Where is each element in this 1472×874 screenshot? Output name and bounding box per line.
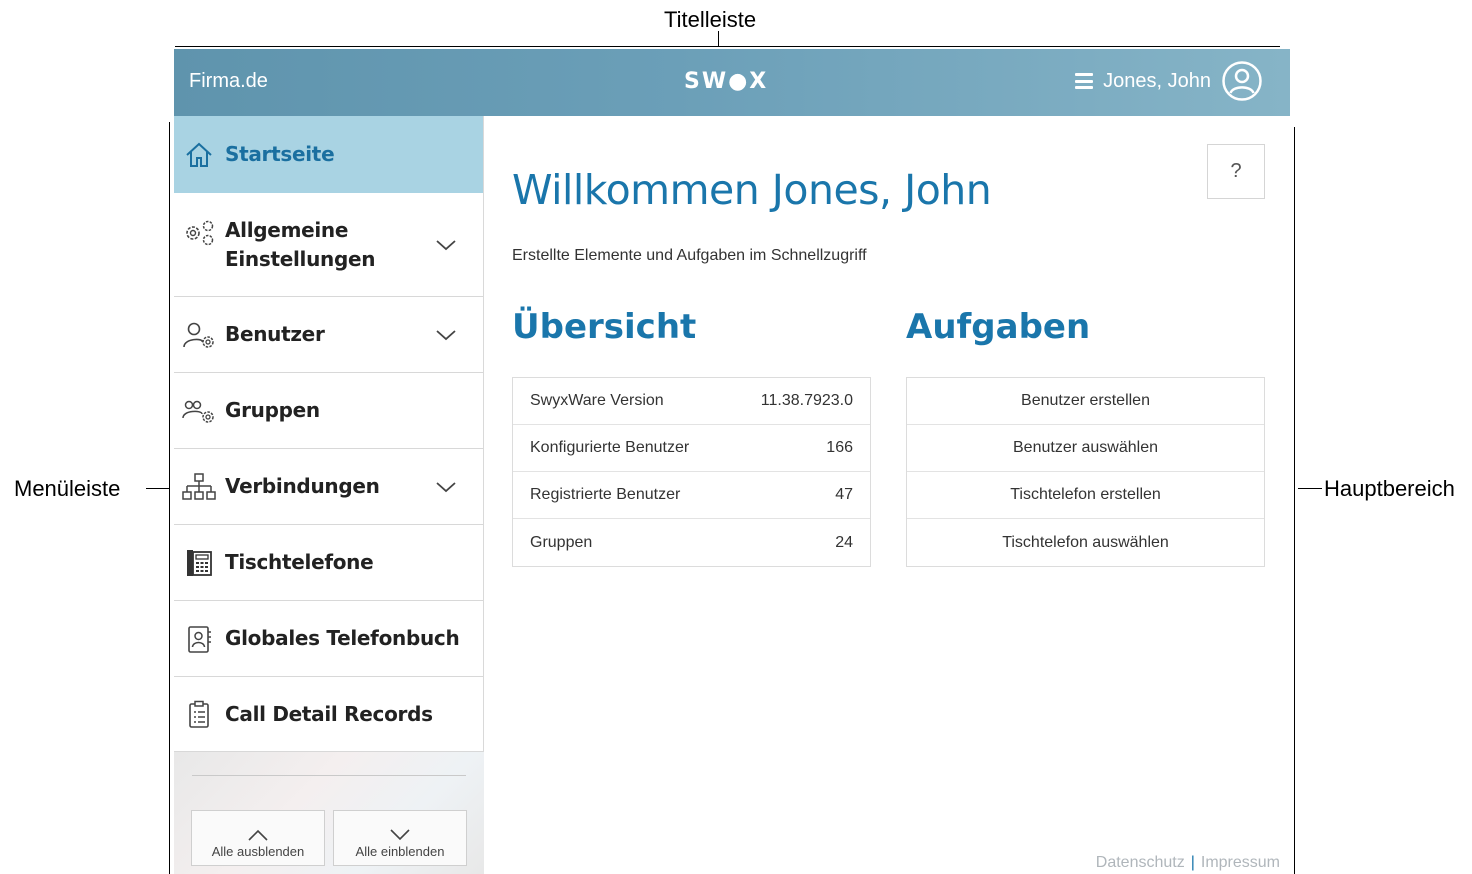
chevron-up-icon <box>248 829 268 841</box>
annotation-title-bar: Titelleiste <box>664 7 757 32</box>
annotation-line-top-horizontal <box>175 46 1280 47</box>
sidebar-item-users[interactable]: Benutzer <box>174 297 483 373</box>
domain-label: Firma.de <box>189 70 268 92</box>
annotation-line-right-vertical <box>1294 127 1295 874</box>
phonebook-icon <box>182 622 216 656</box>
task-create-desk-phone[interactable]: Tischtelefon erstellen <box>907 472 1264 519</box>
overview-title: Übersicht <box>512 307 697 347</box>
sidebar-item-label: Verbindungen <box>225 474 380 498</box>
sidebar-footer: Alle ausblenden Alle einblenden <box>174 752 484 874</box>
overview-row: SwyxWare Version 11.38.7923.0 <box>513 378 870 425</box>
sidebar-item-global-phonebook[interactable]: Globales Telefonbuch <box>174 601 483 677</box>
imprint-link[interactable]: Impressum <box>1201 854 1280 871</box>
sidebar-item-general-settings[interactable]: Allgemeine Einstellungen <box>174 193 483 297</box>
annotation-line-right-horizontal <box>1298 488 1322 489</box>
overview-row: Gruppen 24 <box>513 519 870 566</box>
sidebar-item-home[interactable]: Startseite <box>174 116 483 193</box>
home-icon <box>182 138 216 172</box>
annotation-menu-bar: Menüleiste <box>14 476 121 501</box>
footer-separator: | <box>1190 854 1195 871</box>
overview-row-label: Registrierte Benutzer <box>530 486 681 503</box>
overview-row-label: Gruppen <box>530 533 593 551</box>
help-button[interactable]: ? <box>1207 144 1265 199</box>
overview-row-label: Konfigurierte Benutzer <box>530 439 690 456</box>
page-title: Willkommen Jones, John <box>512 166 992 214</box>
group-settings-icon <box>182 394 216 428</box>
expand-all-label: Alle einblenden <box>355 844 445 859</box>
sidebar-item-connections[interactable]: Verbindungen <box>174 449 483 525</box>
sidebar-item-label: Gruppen <box>225 398 320 422</box>
sidebar-item-label-line1: Allgemeine <box>225 217 349 242</box>
sidebar-item-groups[interactable]: Gruppen <box>174 373 483 449</box>
task-select-user[interactable]: Benutzer auswählen <box>907 425 1264 472</box>
chevron-down-icon[interactable] <box>435 478 457 496</box>
sidebar-item-label: Benutzer <box>225 322 325 346</box>
swyx-logo-text: SW●X <box>684 69 768 94</box>
overview-row-value: 166 <box>826 439 853 456</box>
chevron-down-icon[interactable] <box>435 236 457 254</box>
sidebar-item-label-line2: Einstellungen <box>225 246 376 271</box>
annotation-line-top-vertical <box>718 31 719 46</box>
footer-links: Datenschutz | Impressum <box>1096 854 1280 872</box>
tasks-panel: Benutzer erstellen Benutzer auswählen Ti… <box>906 377 1265 567</box>
annotation-main-area: Hauptbereich <box>1324 476 1455 501</box>
privacy-link[interactable]: Datenschutz <box>1096 854 1185 871</box>
hamburger-icon[interactable] <box>1075 73 1094 89</box>
swyx-logo-icon: SW●X <box>684 69 768 94</box>
overview-row-value: 47 <box>835 486 853 503</box>
overview-row: Registrierte Benutzer 47 <box>513 472 870 519</box>
chevron-down-icon[interactable] <box>435 326 457 344</box>
task-create-user[interactable]: Benutzer erstellen <box>907 378 1264 425</box>
user-circle-icon[interactable] <box>1221 60 1263 102</box>
title-bar: Firma.de SW●X Jones, John <box>174 49 1290 116</box>
network-icon <box>182 470 216 504</box>
sidebar-item-call-detail-records[interactable]: Call Detail Records <box>174 677 483 752</box>
sidebar-item-label: Tischtelefone <box>225 550 374 574</box>
overview-row: Konfigurierte Benutzer 166 <box>513 425 870 472</box>
overview-row-label: SwyxWare Version <box>530 392 664 409</box>
user-menu[interactable]: Jones, John <box>1075 59 1263 103</box>
sidebar-item-desk-phones[interactable]: Tischtelefone <box>174 525 483 601</box>
desk-phone-icon <box>182 546 216 580</box>
annotation-line-left-horizontal <box>146 488 170 489</box>
sidebar-item-label: Startseite <box>225 142 335 166</box>
overview-row-value: 11.38.7923.0 <box>760 392 853 409</box>
sidebar-item-label: Globales Telefonbuch <box>225 626 460 650</box>
collapse-all-label: Alle ausblenden <box>211 844 305 859</box>
sidebar-menu: Startseite Allgemeine Einstellungen Benu… <box>174 116 484 874</box>
sidebar-item-label: Call Detail Records <box>225 701 433 726</box>
tasks-title: Aufgaben <box>906 307 1091 347</box>
gears-icon <box>182 216 216 250</box>
user-settings-icon <box>182 318 216 352</box>
main-area: ? Willkommen Jones, John Erstellte Eleme… <box>485 116 1290 874</box>
page-subtitle: Erstellte Elemente und Aufgaben im Schne… <box>512 247 867 264</box>
sidebar-divider <box>192 775 466 776</box>
overview-row-value: 24 <box>835 533 853 551</box>
overview-panel: SwyxWare Version 11.38.7923.0 Konfigurie… <box>512 377 871 567</box>
sidebar-item-label: Allgemeine Einstellungen <box>225 216 376 274</box>
user-name[interactable]: Jones, John <box>1103 70 1211 93</box>
chevron-down-icon <box>390 829 410 841</box>
swyx-logo: SW●X <box>684 66 780 100</box>
expand-all-button[interactable]: Alle einblenden <box>333 810 467 866</box>
clipboard-icon <box>182 697 216 731</box>
annotation-line-left-vertical <box>169 122 170 874</box>
task-select-desk-phone[interactable]: Tischtelefon auswählen <box>907 519 1264 566</box>
collapse-all-button[interactable]: Alle ausblenden <box>191 810 325 866</box>
